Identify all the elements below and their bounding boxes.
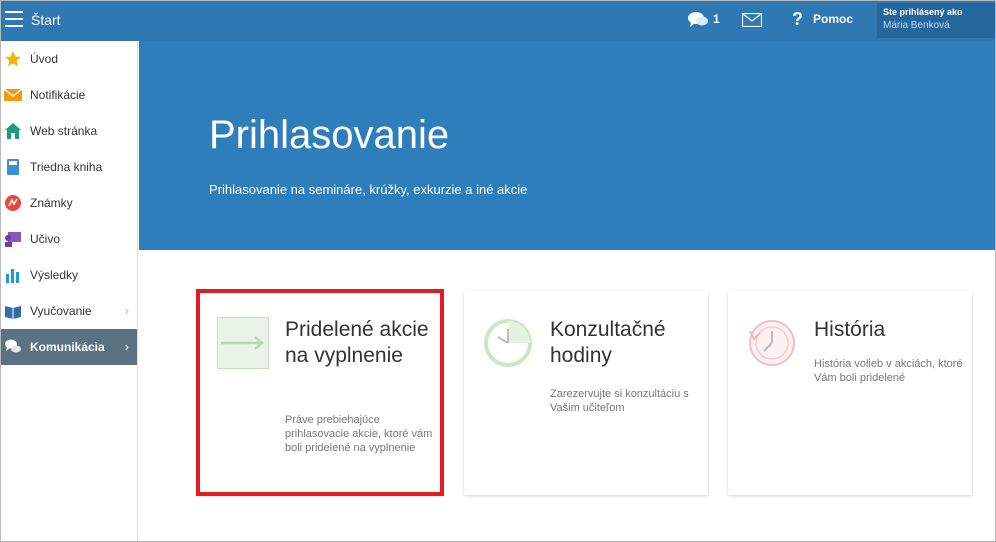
teacher-icon	[5, 232, 21, 247]
bar-chart-icon	[6, 269, 19, 283]
hamburger-menu-icon[interactable]	[5, 11, 23, 27]
sidebar-item-triedna-kniha[interactable]: Triedna kniha	[1, 149, 137, 185]
hero-banner: Prihlasovanie Prihlasovanie na semináre,…	[139, 41, 995, 250]
card-assigned-actions[interactable]: Pridelené akcie na vyplnenie Práve prebi…	[199, 291, 441, 495]
chevron-right-icon: ›	[124, 303, 129, 318]
sidebar: Úvod Notifikácie Web stránka Triedna kni…	[1, 41, 138, 541]
help-icon[interactable]: ?	[792, 9, 803, 30]
book-icon	[7, 159, 19, 175]
sidebar-item-ucivo[interactable]: Učivo	[1, 221, 137, 257]
sidebar-item-vysledky[interactable]: Výsledky	[1, 257, 137, 293]
open-book-icon	[5, 306, 21, 319]
chat-icon[interactable]	[687, 10, 709, 30]
chat-count-badge: 1	[713, 12, 720, 26]
envelope-icon	[4, 88, 22, 101]
card-history[interactable]: História História volieb v akciách, ktor…	[728, 291, 972, 495]
sidebar-item-label: Známky	[30, 196, 73, 210]
user-name: Mária Benková	[883, 20, 950, 31]
page-title: Prihlasovanie	[209, 113, 450, 157]
home-icon	[5, 123, 21, 139]
sidebar-item-label: Vyučovanie	[30, 304, 92, 318]
top-bar: Štart 1 ? Pomoc Ste prihlásený ako Mária…	[1, 1, 995, 41]
arrow-right-icon	[217, 317, 269, 369]
sidebar-item-label: Výsledky	[30, 268, 79, 282]
history-icon	[749, 320, 795, 366]
card-title: Pridelené akcie na vyplnenie	[285, 318, 429, 367]
app-title[interactable]: Štart	[31, 12, 61, 28]
grades-icon	[5, 195, 21, 211]
card-title: Konzultačné hodiny	[550, 318, 666, 367]
page-subtitle: Prihlasovanie na semináre, krúžky, exkur…	[209, 182, 528, 197]
user-info[interactable]: Ste prihlásený ako Mária Benková	[877, 3, 995, 38]
sidebar-item-vyucovanie[interactable]: Vyučovanie ›	[1, 293, 137, 329]
clock-icon	[484, 319, 532, 367]
sidebar-item-label: Úvod	[30, 52, 59, 66]
card-title: História	[814, 318, 886, 341]
card-description: Zarezervujte si konzultáciu s Vašim učit…	[550, 388, 689, 414]
sidebar-item-label: Notifikácie	[30, 88, 86, 102]
chevron-right-icon: ›	[124, 339, 129, 354]
sidebar-item-label: Triedna kniha	[30, 160, 103, 174]
sidebar-item-label: Web stránka	[30, 124, 98, 138]
sidebar-item-notifikacie[interactable]: Notifikácie	[1, 77, 137, 113]
star-icon	[5, 51, 21, 67]
card-description: Práve prebiehajúce prihlasovacie akcie, …	[285, 414, 433, 454]
sidebar-item-komunikacia[interactable]: Komunikácia ›	[1, 329, 137, 365]
user-label: Ste prihlásený ako	[883, 7, 963, 17]
card-consultation-hours[interactable]: Konzultačné hodiny Zarezervujte si konzu…	[464, 291, 708, 495]
mail-icon[interactable]	[742, 13, 762, 27]
sidebar-item-web-stranka[interactable]: Web stránka	[1, 113, 137, 149]
speech-bubbles-icon	[5, 339, 21, 353]
sidebar-item-uvod[interactable]: Úvod	[1, 41, 137, 77]
help-link[interactable]: Pomoc	[813, 12, 853, 26]
sidebar-item-znamky[interactable]: Známky	[1, 185, 137, 221]
sidebar-item-label: Komunikácia	[30, 340, 105, 354]
card-description: História volieb v akciách, ktoré Vám bol…	[814, 358, 963, 384]
sidebar-item-label: Učivo	[30, 232, 61, 246]
